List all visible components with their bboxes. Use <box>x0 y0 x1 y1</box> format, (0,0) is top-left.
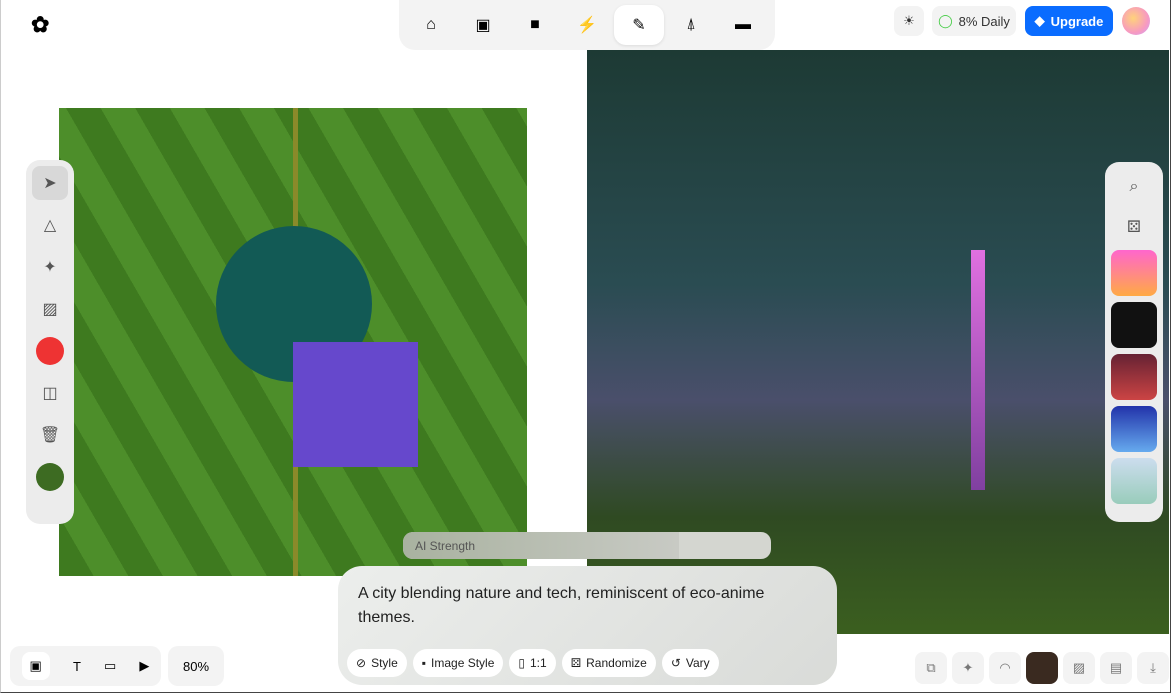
randomize-button[interactable]: ⚄ Randomize <box>561 649 656 677</box>
daily-usage[interactable]: ◯ 8% Daily <box>932 6 1016 36</box>
copy-icon[interactable]: ⧉ <box>915 652 947 684</box>
progress-ring-icon: ◯ <box>938 13 953 28</box>
color-picker-icon[interactable] <box>32 334 68 368</box>
square-shape[interactable] <box>293 342 418 467</box>
phone-icon: ▯ <box>518 656 525 670</box>
style-thumbnail[interactable] <box>1111 406 1157 452</box>
style-button[interactable]: ⊘ Style <box>347 649 407 677</box>
refresh-icon: ↺ <box>670 656 681 670</box>
image-plus-icon: ▪ <box>421 656 427 670</box>
eraser-icon[interactable]: ◫ <box>32 376 68 410</box>
search-icon[interactable]: ⌕ <box>1116 170 1152 204</box>
dice-icon[interactable]: ⚄ <box>1116 210 1152 244</box>
style-thumbnail[interactable] <box>1111 302 1157 348</box>
avatar[interactable] <box>1122 7 1150 35</box>
image-icon[interactable]: ▨ <box>32 292 68 326</box>
text-icon[interactable]: T <box>73 659 81 674</box>
image-mode-icon[interactable]: ▣ <box>21 652 50 680</box>
theme-toggle-icon[interactable]: ☀ <box>894 6 924 36</box>
brush-icon[interactable]: ✎ <box>614 5 664 45</box>
home-icon[interactable]: ⌂ <box>406 5 456 45</box>
aspect-ratio-button[interactable]: ▯ 1:1 <box>509 649 556 677</box>
monitor-icon[interactable]: ▭ <box>104 658 116 674</box>
diamond-icon: ◆ <box>1034 13 1045 28</box>
mode-toolbar: ▣ T ▭ ▶ <box>10 646 161 686</box>
save-icon[interactable]: ▤ <box>1100 652 1132 684</box>
shapes-icon[interactable]: △ <box>32 208 68 242</box>
ai-strength-slider[interactable]: AI Strength <box>403 532 771 559</box>
bottom-right-toolbar: ⧉ ✦ ◠ ▨ ▤ ⤓ <box>915 652 1169 684</box>
compass-icon[interactable]: ⍋ <box>666 5 716 45</box>
trash-icon[interactable]: 🗑 <box>32 418 68 452</box>
style-thumbnail[interactable] <box>1111 354 1157 400</box>
left-toolbar: ➤ △ ✦ ▨ ◫ 🗑 <box>26 160 74 524</box>
sparkles-icon[interactable]: ✦ <box>952 652 984 684</box>
folder-icon[interactable]: ▬ <box>718 5 768 45</box>
portrait-thumbnail[interactable] <box>1026 652 1058 684</box>
city-tower <box>971 250 985 490</box>
prompt-input[interactable]: A city blending nature and tech, reminis… <box>358 582 798 630</box>
download-icon[interactable]: ⤓ <box>1137 652 1169 684</box>
video-icon[interactable]: ▶ <box>139 658 149 674</box>
image-style-button[interactable]: ▪ Image Style <box>412 649 504 677</box>
zoom-level[interactable]: 80% <box>168 646 224 686</box>
upgrade-button[interactable]: ◆ Upgrade <box>1025 6 1113 36</box>
prompt-panel: A city blending nature and tech, reminis… <box>338 566 837 685</box>
style-thumbnail[interactable] <box>1111 458 1157 504</box>
layer-thumbnail-icon[interactable] <box>32 460 68 494</box>
gauge-icon[interactable]: ◠ <box>989 652 1021 684</box>
remove-image-icon[interactable]: ▨ <box>1063 652 1095 684</box>
select-icon[interactable]: ➤ <box>32 166 68 200</box>
app-logo[interactable]: ✿ <box>31 12 49 38</box>
vary-button[interactable]: ↺ Vary <box>661 649 719 677</box>
image-icon[interactable]: ▣ <box>458 5 508 45</box>
dice-icon: ⚄ <box>570 656 582 670</box>
video-icon[interactable]: ■ <box>510 5 560 45</box>
style-thumbnail[interactable] <box>1111 250 1157 296</box>
top-toolbar: ⌂ ▣ ■ ⚡ ✎ ⍋ ▬ <box>399 0 775 50</box>
style-icon: ⊘ <box>356 656 367 670</box>
magic-wand-icon[interactable]: ⚡ <box>562 5 612 45</box>
right-toolbar: ⌕ ⚄ <box>1105 162 1163 522</box>
sparkles-icon[interactable]: ✦ <box>32 250 68 284</box>
